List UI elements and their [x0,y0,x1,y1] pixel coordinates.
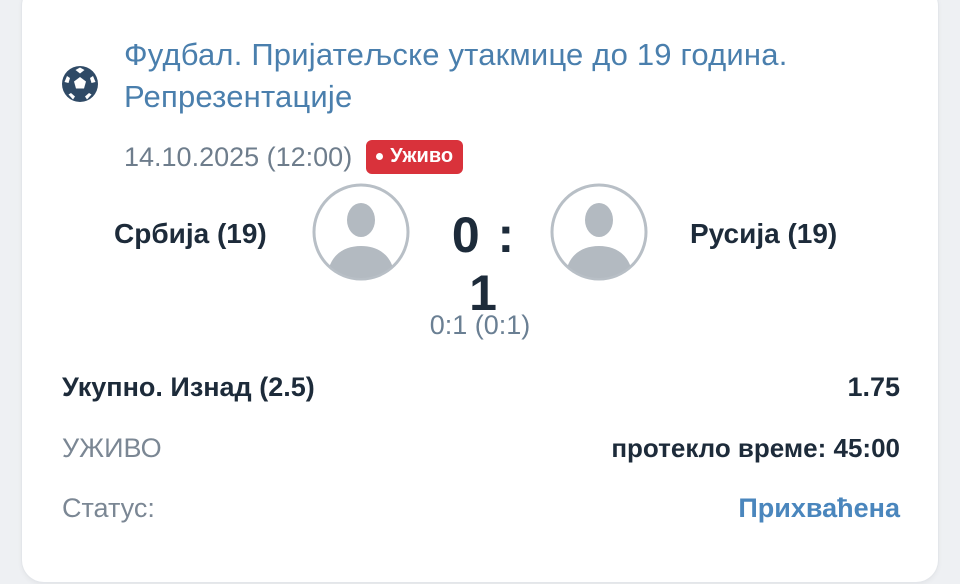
away-team-avatar-icon [550,183,648,281]
live-badge: Уживо [366,140,464,174]
status-value: Прихваћена [738,493,900,523]
event-datetime: 14.10.2025 (12:00) [124,141,353,172]
event-meta: 14.10.2025 (12:00) Уживо [124,140,464,174]
live-label: УЖИВО [62,433,162,463]
status-row: Статус: Прихваћена [62,493,900,524]
bet-odds: 1.75 [847,372,900,402]
bet-market-name: Укупно. Изнад (2.5) [62,372,315,402]
home-team-name: Србија (19) [114,218,267,249]
home-team-avatar-icon [312,183,410,281]
match-score: 0 : 1 [451,207,517,321]
elapsed-time: протекло време: 45:00 [611,433,900,463]
live-row: УЖИВО протекло време: 45:00 [62,433,900,464]
football-icon [62,66,98,102]
bet-row: Укупно. Изнад (2.5) 1.75 [62,372,900,403]
away-team-name: Русија (19) [690,218,838,249]
half-time-score: 0:1 (0:1) [429,310,531,340]
event-title[interactable]: Фудбал. Пријатељске утакмице до 19 годин… [124,34,914,118]
live-dot-icon [376,153,384,160]
bet-card: Фудбал. Пријатељске утакмице до 19 годин… [22,0,938,582]
live-badge-label: Уживо [390,145,454,167]
status-label: Статус: [62,493,155,523]
